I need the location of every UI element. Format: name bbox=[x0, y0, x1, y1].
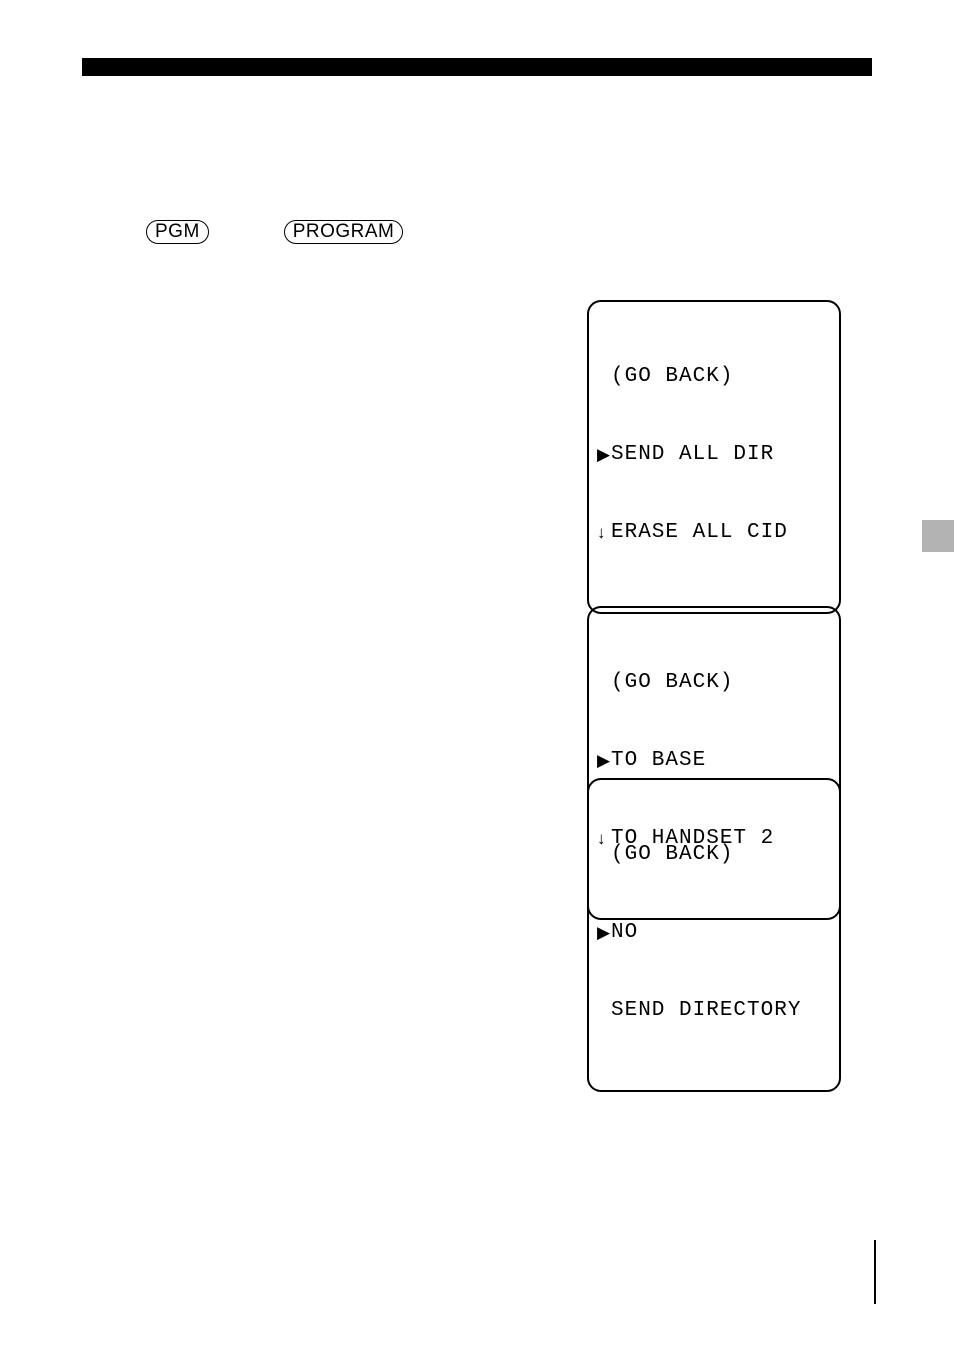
lcd-screen-3: (GO BACK) ▶ NO SEND DIRECTORY bbox=[587, 778, 841, 1092]
lcd1-row-erase-all-cid: ↓ ERASE ALL CID bbox=[597, 520, 831, 546]
lcd1-row-go-back: (GO BACK) bbox=[597, 364, 831, 390]
cursor-right-icon: ▶ bbox=[597, 920, 611, 946]
side-tab bbox=[922, 520, 954, 552]
footer-mark bbox=[874, 1240, 876, 1304]
button-row: PGM PROGRAM bbox=[146, 220, 403, 244]
header-bar bbox=[82, 58, 872, 76]
lcd2-row-to-base: ▶ TO BASE bbox=[597, 748, 831, 774]
lcd-text: ERASE ALL CID bbox=[611, 520, 788, 546]
program-button[interactable]: PROGRAM bbox=[284, 220, 404, 244]
lcd3-row-send-directory: SEND DIRECTORY bbox=[597, 998, 831, 1024]
lcd-screen-1: (GO BACK) ▶ SEND ALL DIR ↓ ERASE ALL CID bbox=[587, 300, 841, 614]
lcd-text: TO BASE bbox=[611, 748, 706, 774]
pgm-button[interactable]: PGM bbox=[146, 220, 209, 244]
lcd2-row-go-back: (GO BACK) bbox=[597, 670, 831, 696]
lcd-text: SEND ALL DIR bbox=[611, 442, 774, 468]
cursor-right-icon: ▶ bbox=[597, 748, 611, 774]
arrow-down-icon: ↓ bbox=[597, 520, 611, 546]
cursor-right-icon: ▶ bbox=[597, 442, 611, 468]
lcd-text: (GO BACK) bbox=[611, 364, 733, 390]
lcd-text: (GO BACK) bbox=[611, 842, 733, 868]
lcd3-row-no: ▶ NO bbox=[597, 920, 831, 946]
lcd-text: (GO BACK) bbox=[611, 670, 733, 696]
lcd1-row-send-all-dir: ▶ SEND ALL DIR bbox=[597, 442, 831, 468]
lcd-text: NO bbox=[611, 920, 638, 946]
lcd3-row-go-back: (GO BACK) bbox=[597, 842, 831, 868]
lcd-text: SEND DIRECTORY bbox=[611, 998, 801, 1024]
